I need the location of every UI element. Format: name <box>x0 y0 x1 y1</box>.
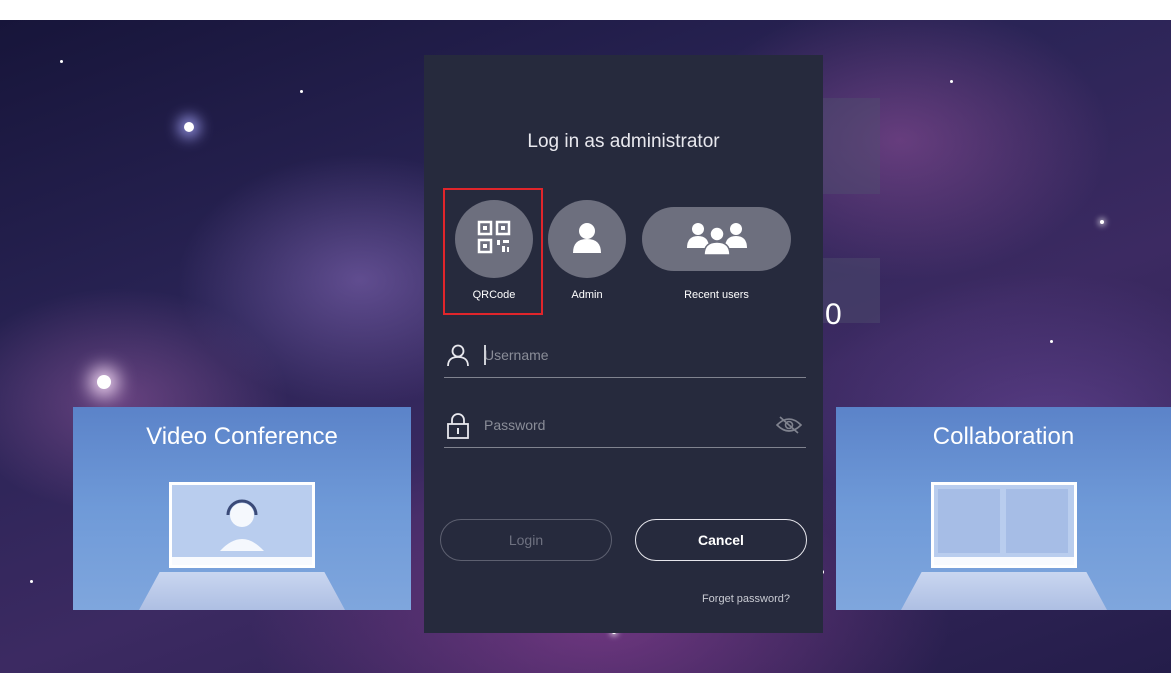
star-decoration <box>950 80 953 83</box>
dialog-title: Log in as administrator <box>527 131 720 152</box>
text-caret <box>484 345 486 365</box>
username-input[interactable] <box>484 343 764 367</box>
background-panel <box>823 98 880 194</box>
tile-title: Video Conference <box>146 423 338 450</box>
admin-option-label: Admin <box>571 289 603 301</box>
star-decoration <box>97 375 111 389</box>
star-decoration <box>60 60 63 63</box>
lock-icon <box>446 413 470 444</box>
forget-password-link[interactable]: Forget password? <box>702 593 790 605</box>
star-decoration <box>30 580 33 583</box>
username-field <box>444 337 806 378</box>
recent-users-option-label: Recent users <box>684 289 749 301</box>
user-icon <box>569 219 605 260</box>
login-button[interactable]: Login <box>440 519 612 561</box>
user-outline-icon <box>446 343 470 372</box>
tile-title: Collaboration <box>932 423 1075 450</box>
qrcode-highlight-frame <box>443 188 543 315</box>
laptop-icon <box>901 482 1107 610</box>
admin-option-button[interactable] <box>548 200 626 278</box>
home-screen: 0 Video Conference Collaboration Log in … <box>0 20 1171 673</box>
password-field <box>444 407 806 448</box>
star-decoration <box>1100 220 1104 224</box>
video-conference-tile[interactable]: Video Conference <box>73 407 411 610</box>
users-group-icon <box>686 218 748 261</box>
star-decoration <box>184 122 194 132</box>
collaboration-tile[interactable]: Collaboration <box>836 407 1171 610</box>
laptop-icon <box>139 482 345 610</box>
admin-login-dialog: Log in as administrator QRCode Admin Rec… <box>424 55 823 633</box>
clock-digit-partial: 0 <box>825 298 842 331</box>
cancel-button[interactable]: Cancel <box>635 519 807 561</box>
recent-users-option-button[interactable] <box>642 207 791 271</box>
toggle-password-visibility-icon[interactable] <box>775 415 803 440</box>
star-decoration <box>300 90 303 93</box>
password-input[interactable] <box>484 413 764 437</box>
star-decoration <box>1050 340 1053 343</box>
